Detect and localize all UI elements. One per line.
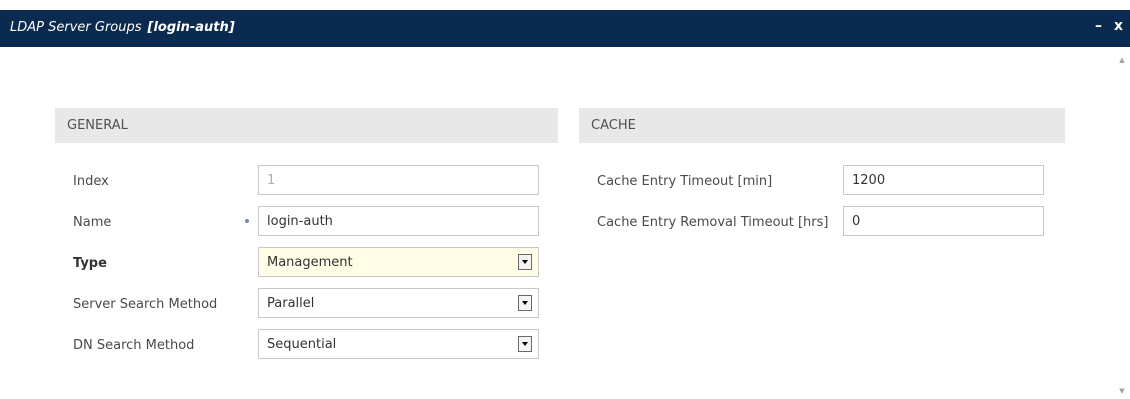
general-header-label: GENERAL (67, 118, 128, 133)
dn-search-method-label: DN Search Method (73, 338, 195, 353)
window-title-text: LDAP Server Groups (10, 20, 142, 35)
cache-entry-timeout-input[interactable]: 1200 (843, 165, 1044, 195)
cache-section-header: CACHE (579, 108, 1065, 143)
general-section-header: GENERAL (55, 108, 558, 143)
type-label: Type (73, 256, 107, 271)
cache-entry-removal-timeout-label: Cache Entry Removal Timeout [hrs] (597, 215, 829, 230)
type-select[interactable]: Management (258, 247, 539, 277)
index-label: Index (73, 174, 109, 189)
close-button[interactable]: x (1114, 18, 1123, 34)
window-titlebar: LDAP Server Groups [login-auth] – x (0, 10, 1130, 47)
dn-search-method-select[interactable]: Sequential (258, 329, 539, 359)
name-label: Name (73, 215, 112, 230)
required-dot-icon (245, 219, 249, 223)
server-search-method-label: Server Search Method (73, 297, 218, 312)
name-input[interactable]: login-auth (258, 206, 539, 236)
chevron-down-icon[interactable] (518, 254, 532, 270)
record-name: [login-auth] (147, 20, 235, 35)
cache-entry-timeout-label: Cache Entry Timeout [min] (597, 174, 773, 189)
server-search-method-select[interactable]: Parallel (258, 288, 539, 318)
server-search-method-value: Parallel (267, 296, 315, 311)
scroll-down-arrow-icon[interactable]: ▼ (1117, 387, 1127, 395)
window-title: LDAP Server Groups [login-auth] (10, 20, 235, 35)
index-field: 1 (258, 165, 539, 195)
chevron-down-icon[interactable] (518, 295, 532, 311)
minimize-button[interactable]: – (1095, 18, 1102, 34)
cache-header-label: CACHE (591, 118, 636, 133)
type-select-value: Management (267, 255, 353, 270)
chevron-down-icon[interactable] (518, 336, 532, 352)
dn-search-method-value: Sequential (267, 337, 337, 352)
scroll-up-arrow-icon[interactable]: ▲ (1117, 56, 1127, 64)
cache-entry-removal-timeout-input[interactable]: 0 (843, 206, 1044, 236)
